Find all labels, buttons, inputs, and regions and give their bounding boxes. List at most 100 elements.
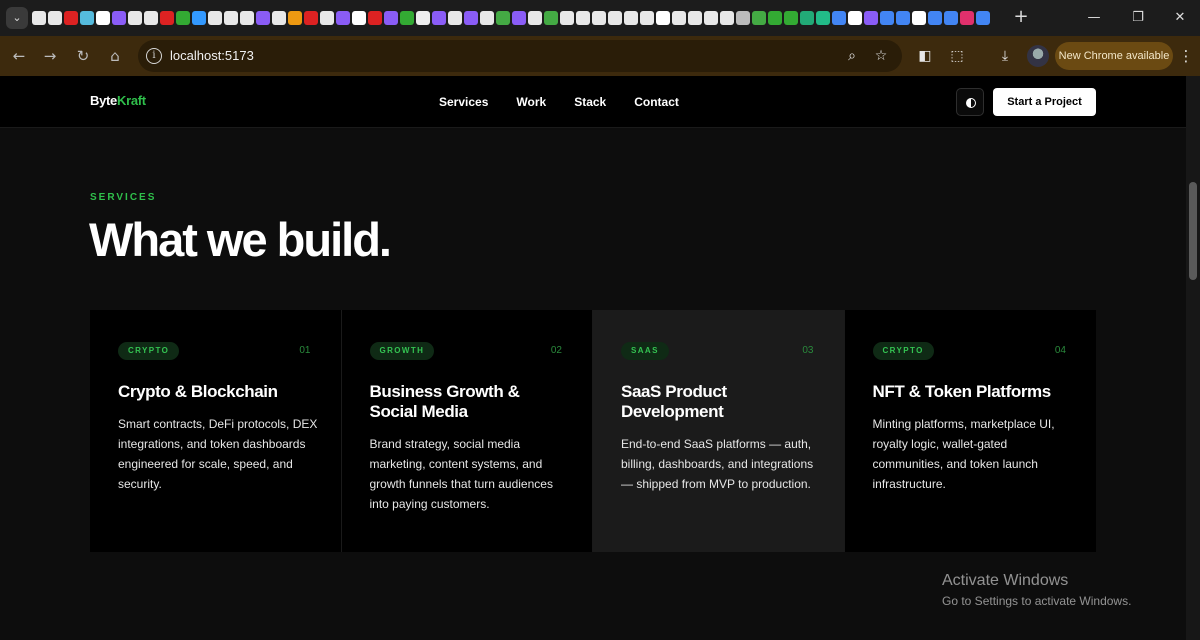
scrollbar-thumb[interactable] [1189,182,1197,280]
google-tab-icon[interactable] [896,11,910,25]
opera-tab-icon[interactable] [160,11,174,25]
stripes-tab-icon[interactable] [736,11,750,25]
card-number: 02 [550,345,562,356]
github-tab-icon[interactable] [704,11,718,25]
github-tab-icon[interactable] [240,11,254,25]
slack-tab-icon[interactable] [288,11,302,25]
bolt-tab-icon[interactable] [256,11,270,25]
site-header: ByteKraft Services Work Stack Contact St… [0,76,1186,128]
back-icon[interactable]: ← [8,45,30,67]
github-tab-icon[interactable] [480,11,494,25]
opera-tab-icon[interactable] [368,11,382,25]
github-tab-icon[interactable] [448,11,462,25]
green-app-tab-icon[interactable] [400,11,414,25]
google-tab-icon[interactable] [832,11,846,25]
bolt-tab-icon[interactable] [384,11,398,25]
github-tab-icon[interactable] [640,11,654,25]
github-tab-icon[interactable] [688,11,702,25]
list-tab-icon[interactable] [192,11,206,25]
google-tab-icon[interactable] [880,11,894,25]
card-number: 01 [299,345,311,356]
vercel-tab-icon[interactable] [912,11,926,25]
github-tab-icon[interactable] [608,11,622,25]
address-bar[interactable]: i localhost:5173 ⌕ ☆ [138,40,902,72]
google-tab-icon[interactable] [976,11,990,25]
forward-icon[interactable]: → [39,45,61,67]
github-tab-icon[interactable] [272,11,286,25]
bolt-tab-icon[interactable] [512,11,526,25]
tab-search-button[interactable]: ⌄ [6,7,28,29]
google-tab-icon[interactable] [944,11,958,25]
tab-strip: ⌄ + — ❐ ✕ [0,0,1200,36]
service-card-hovered[interactable]: SAAS 03 SaaS Product Development End-to-… [593,310,845,552]
github-tab-icon[interactable] [720,11,734,25]
github-tab-icon[interactable] [144,11,158,25]
plus-tab-icon[interactable] [816,11,830,25]
bookmark-star-icon[interactable]: ☆ [871,46,891,66]
github-tab-icon[interactable] [224,11,238,25]
close-icon[interactable]: ✕ [1168,6,1192,30]
vercel-tab-icon[interactable] [848,11,862,25]
minimize-icon[interactable]: — [1082,6,1106,30]
section-eyebrow: SERVICES [90,192,157,203]
github-tab-icon[interactable] [320,11,334,25]
github-tab-icon[interactable] [624,11,638,25]
reload-icon[interactable]: ↻ [72,45,94,67]
github-tab-icon[interactable] [528,11,542,25]
github-tab-icon[interactable] [32,11,46,25]
opera-tab-icon[interactable] [64,11,78,25]
bolt-tab-icon[interactable] [864,11,878,25]
service-card[interactable]: CRYPTO 04 NFT & Token Platforms Minting … [844,310,1096,552]
vercel-tab-icon[interactable] [352,11,366,25]
github-tab-icon[interactable] [592,11,606,25]
theme-toggle-button[interactable] [956,88,984,116]
instagram-tab-icon[interactable] [960,11,974,25]
restore-icon[interactable]: ❐ [1126,6,1150,30]
react-tab-icon[interactable] [80,11,94,25]
page-scrollbar[interactable] [1186,76,1200,640]
vercel-tab-icon[interactable] [656,11,670,25]
url-text[interactable]: localhost:5173 [170,48,254,63]
card-description: Minting platforms, marketplace UI, royal… [872,417,1055,491]
bolt-tab-icon[interactable] [464,11,478,25]
bolt-tab-icon[interactable] [112,11,126,25]
site-info-icon[interactable]: i [146,48,162,64]
google-tab-icon[interactable] [928,11,942,25]
start-project-button[interactable]: Start a Project [993,88,1096,116]
calendar-tab-icon[interactable] [800,11,814,25]
green-app-tab-icon[interactable] [784,11,798,25]
chrome-menu-icon[interactable]: ⋮ [1178,45,1194,67]
profile-avatar[interactable] [1027,45,1049,67]
nav-work[interactable]: Work [516,95,546,109]
extensions-icon[interactable]: ⬚ [946,45,968,67]
nav-contact[interactable]: Contact [634,95,679,109]
home-icon[interactable]: ⌂ [104,45,126,67]
github-tab-icon[interactable] [672,11,686,25]
nav-services[interactable]: Services [439,95,488,109]
zoom-icon[interactable]: ⌕ [842,46,862,66]
downloads-icon[interactable]: ⤓ [994,45,1016,67]
service-card[interactable]: CRYPTO 01 Crypto & Blockchain Smart cont… [90,310,342,552]
github-tab-icon[interactable] [208,11,222,25]
chart-tab-icon[interactable] [544,11,558,25]
chart-tab-icon[interactable] [496,11,510,25]
github-tab-icon[interactable] [48,11,62,25]
green-app-tab-icon[interactable] [176,11,190,25]
vercel-tab-icon[interactable] [96,11,110,25]
nav-stack[interactable]: Stack [574,95,606,109]
service-card[interactable]: GROWTH 02 Business Growth & Social Media… [341,310,593,552]
github-tab-icon[interactable] [560,11,574,25]
google-lens-icon[interactable]: ◧ [914,45,936,67]
chart-tab-icon[interactable] [752,11,766,25]
green-app-tab-icon[interactable] [768,11,782,25]
activate-windows-subtitle: Go to Settings to activate Windows. [942,594,1132,608]
github-tab-icon[interactable] [128,11,142,25]
update-chrome-button[interactable]: New Chrome available [1055,42,1173,70]
github-tab-icon[interactable] [576,11,590,25]
site-logo[interactable]: ByteKraft [90,93,146,108]
new-tab-button[interactable]: + [1010,6,1032,28]
bolt-tab-icon[interactable] [336,11,350,25]
bolt-tab-icon[interactable] [432,11,446,25]
layers-tab-icon[interactable] [416,11,430,25]
opera-tab-icon[interactable] [304,11,318,25]
